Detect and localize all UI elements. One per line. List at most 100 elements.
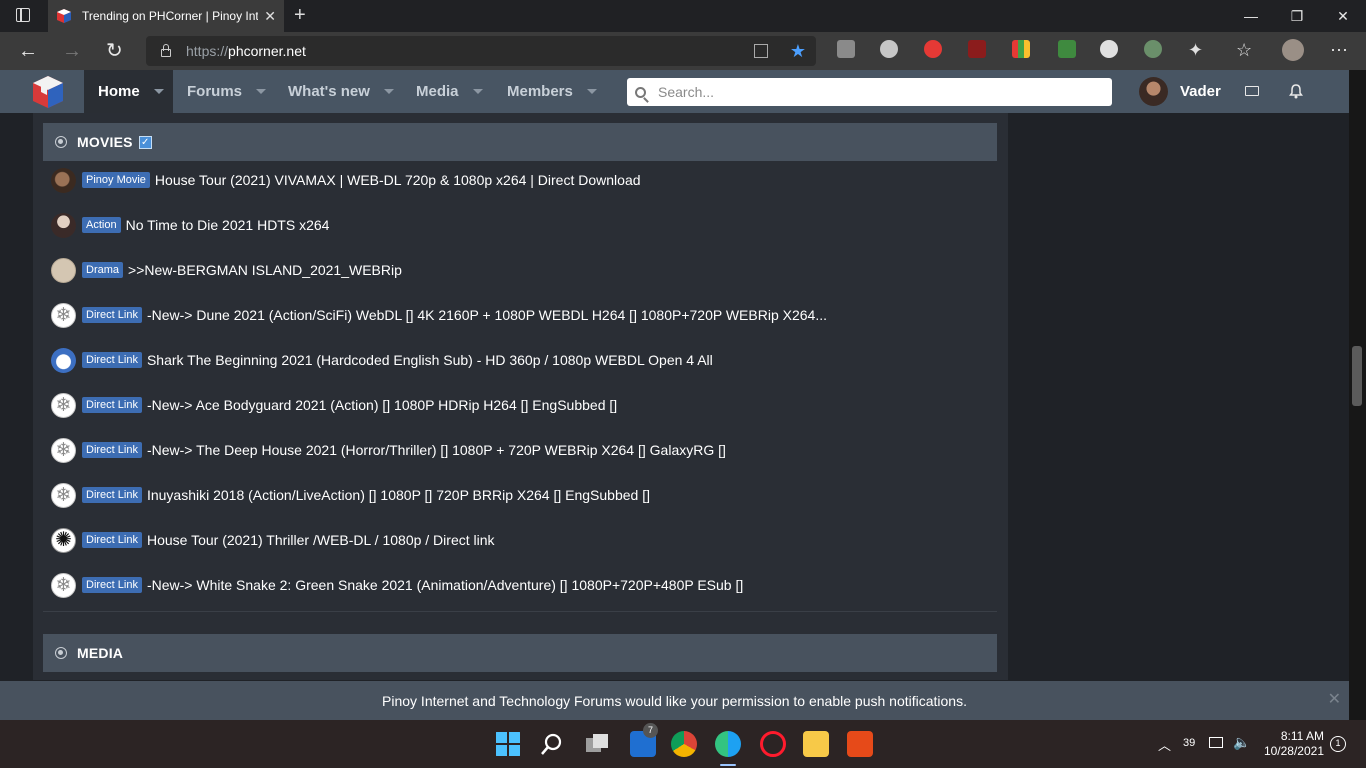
block-title[interactable]: MEDIA xyxy=(77,645,123,661)
thread-title-link[interactable]: House Tour (2021) VIVAMAX | WEB-DL 720p … xyxy=(155,172,641,188)
avatar[interactable] xyxy=(51,257,76,283)
avatar[interactable] xyxy=(51,212,76,238)
avatar[interactable] xyxy=(51,392,76,418)
back-arrow-icon[interactable]: ← xyxy=(18,40,38,62)
more-options-icon[interactable]: ⋯ xyxy=(1330,40,1348,60)
nav-forums[interactable]: Forums xyxy=(173,70,273,113)
notification-center-badge[interactable]: 1 xyxy=(1330,736,1346,752)
scrollbar-thumb[interactable] xyxy=(1352,346,1362,406)
thread-prefix-label[interactable]: Direct Link xyxy=(82,532,142,548)
refresh-icon[interactable]: ↻ xyxy=(106,40,123,62)
system-clock[interactable]: 8:11 AM 10/28/2021 xyxy=(1262,729,1324,759)
favorite-star-icon[interactable]: ★ xyxy=(790,41,806,62)
office-icon[interactable] xyxy=(847,731,873,757)
thread-prefix-label[interactable]: Direct Link xyxy=(82,307,142,323)
weather-tray[interactable]: 39 xyxy=(1183,737,1195,749)
site-search-box[interactable] xyxy=(627,78,1112,106)
download-extension-icon[interactable] xyxy=(1058,40,1076,58)
browser-tab[interactable]: Trending on PHCorner | Pinoy Int ✕ xyxy=(48,0,284,32)
microsoft-store-icon[interactable]: 7 xyxy=(630,723,658,757)
chevron-up-icon[interactable]: ︿ xyxy=(1158,735,1171,754)
windows-start-icon[interactable] xyxy=(495,731,521,757)
push-notification-message[interactable]: Pinoy Internet and Technology Forums wou… xyxy=(382,693,967,709)
avatar[interactable] xyxy=(51,527,76,553)
app-available-icon[interactable] xyxy=(753,44,768,58)
chevron-down-icon[interactable] xyxy=(586,89,597,94)
thread-title-link[interactable]: -New-> Dune 2021 (Action/SciFi) WebDL []… xyxy=(147,307,827,323)
list-item: Direct Link -New-> Dune 2021 (Action/Sci… xyxy=(51,300,827,330)
thread-title-link[interactable]: Shark The Beginning 2021 (Hardcoded Engl… xyxy=(147,352,713,368)
avatar[interactable] xyxy=(1139,77,1168,106)
thread-title-link[interactable]: >>New-BERGMAN ISLAND_2021_WEBRip xyxy=(128,262,402,278)
thread-prefix-label[interactable]: Direct Link xyxy=(82,487,142,503)
block-title[interactable]: MOVIES xyxy=(77,134,133,150)
nav-home[interactable]: Home xyxy=(84,70,173,113)
url-text[interactable]: https://phcorner.net xyxy=(186,43,754,59)
minimize-button[interactable]: — xyxy=(1228,0,1274,32)
extension-2-icon[interactable] xyxy=(880,40,898,58)
ublock-extension-icon[interactable] xyxy=(968,40,986,58)
avatar[interactable] xyxy=(51,482,76,508)
username[interactable]: Vader xyxy=(1180,83,1221,100)
close-icon[interactable]: ✕ xyxy=(1328,689,1341,709)
extension-colors-icon[interactable] xyxy=(1012,40,1030,58)
inbox-mail-icon[interactable] xyxy=(1245,86,1259,96)
tab-actions-icon[interactable] xyxy=(16,8,30,22)
tab-close-icon[interactable]: ✕ xyxy=(264,8,276,25)
nav-members[interactable]: Members xyxy=(493,70,608,113)
thread-prefix-label[interactable]: Pinoy Movie xyxy=(82,172,150,188)
avatar[interactable] xyxy=(51,167,76,193)
chrome-icon[interactable] xyxy=(671,731,697,757)
avatar[interactable] xyxy=(51,437,76,463)
search-icon[interactable] xyxy=(539,731,565,757)
restore-button[interactable]: ❐ xyxy=(1274,0,1320,32)
task-view-icon[interactable] xyxy=(584,731,610,757)
bell-icon[interactable] xyxy=(1289,84,1303,99)
windows-taskbar: 7 ︿ 39 🔈 8:11 AM 10/28/2021 1 xyxy=(0,720,1366,768)
avatar[interactable] xyxy=(51,572,76,598)
extension-1-icon[interactable] xyxy=(837,40,855,58)
search-input[interactable] xyxy=(656,83,1080,101)
chevron-down-icon[interactable] xyxy=(472,89,483,94)
thread-prefix-label[interactable]: Direct Link xyxy=(82,397,142,413)
favorites-icon[interactable]: ☆ xyxy=(1236,40,1252,60)
profile-avatar-icon[interactable] xyxy=(1282,39,1304,61)
thread-title-link[interactable]: -New-> Ace Bodyguard 2021 (Action) [] 10… xyxy=(147,397,617,413)
thread-title-link[interactable]: -New-> The Deep House 2021 (Horror/Thril… xyxy=(147,442,726,458)
new-tab-button[interactable]: + xyxy=(294,4,306,27)
nav-media[interactable]: Media xyxy=(402,70,492,113)
page-scrollbar[interactable] xyxy=(1349,70,1366,720)
thread-title-link[interactable]: No Time to Die 2021 HDTS x264 xyxy=(126,217,330,233)
media-block-header: MEDIA xyxy=(43,634,997,672)
avatar[interactable] xyxy=(51,302,76,328)
nav-whats-new[interactable]: What's new xyxy=(274,70,404,113)
thread-title-link[interactable]: -New-> White Snake 2: Green Snake 2021 (… xyxy=(147,577,743,593)
volume-icon[interactable]: 🔈 xyxy=(1233,734,1250,751)
user-menu[interactable]: Vader xyxy=(1139,77,1221,106)
browser-toolbar: ← → ↻ https://phcorner.net ★ ✦ ☆ ⋯ xyxy=(0,32,1366,70)
thread-prefix-label[interactable]: Direct Link xyxy=(82,352,142,368)
thread-title-link[interactable]: Inuyashiki 2018 (Action/LiveAction) [] 1… xyxy=(147,487,650,503)
chevron-down-icon[interactable] xyxy=(153,89,164,94)
avatar[interactable] xyxy=(51,347,76,373)
opera-icon[interactable] xyxy=(760,731,786,757)
thread-prefix-label[interactable]: Drama xyxy=(82,262,124,278)
thread-title-link[interactable]: House Tour (2021) Thriller /WEB-DL / 108… xyxy=(147,532,495,548)
extension-globe-icon[interactable] xyxy=(1144,40,1162,58)
close-window-button[interactable]: ✕ xyxy=(1320,0,1366,32)
phcorner-logo[interactable] xyxy=(30,74,66,110)
thread-prefix-label[interactable]: Action xyxy=(82,217,121,233)
file-explorer-icon[interactable] xyxy=(803,731,829,757)
chevron-down-icon[interactable] xyxy=(383,89,394,94)
forward-arrow-icon[interactable]: → xyxy=(62,40,82,62)
thread-prefix-label[interactable]: Direct Link xyxy=(82,442,142,458)
edge-icon[interactable] xyxy=(715,731,741,757)
extension-w-icon[interactable] xyxy=(1100,40,1118,58)
lock-icon[interactable] xyxy=(160,44,172,58)
address-bar[interactable]: https://phcorner.net ★ xyxy=(146,36,816,66)
chevron-down-icon[interactable] xyxy=(256,89,267,94)
extensions-puzzle-icon[interactable]: ✦ xyxy=(1188,40,1203,60)
youtube-extension-icon[interactable] xyxy=(924,40,942,58)
network-icon[interactable] xyxy=(1209,737,1223,748)
thread-prefix-label[interactable]: Direct Link xyxy=(82,577,142,593)
